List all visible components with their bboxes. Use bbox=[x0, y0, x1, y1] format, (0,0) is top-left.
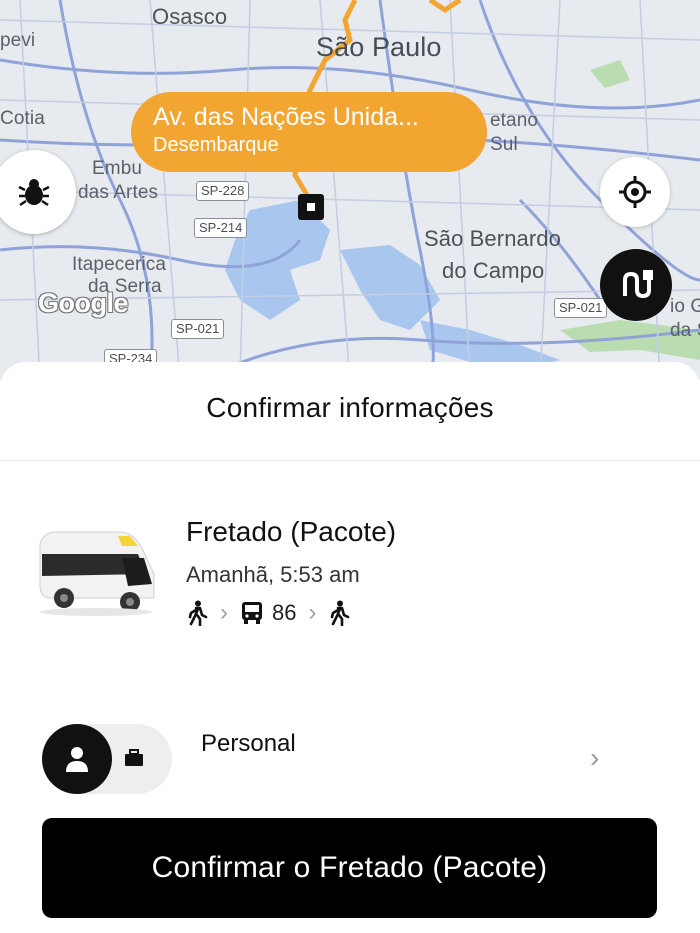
route-icon bbox=[623, 270, 653, 299]
map-label-embu: Embu bbox=[92, 158, 143, 179]
map-label-right-edge-2: da S bbox=[670, 320, 700, 341]
step-chevron-icon: › bbox=[220, 599, 228, 626]
map-label-sao-bernardo-2: do Campo bbox=[442, 258, 545, 283]
google-logo: Google bbox=[38, 288, 129, 318]
map-label-pevi: pevi bbox=[0, 30, 36, 51]
ride-option[interactable]: Fretado (Pacote) Amanhã, 5:53 am › 86 › bbox=[0, 502, 700, 642]
confirm-button[interactable]: Confirmar o Fretado (Pacote) bbox=[42, 818, 657, 918]
map-label-cotia: Cotia bbox=[0, 108, 45, 129]
destination-callout[interactable]: Av. das Nações Unida... Desembarque bbox=[131, 92, 487, 172]
chevron-right-icon[interactable]: › bbox=[590, 742, 599, 774]
profile-label[interactable]: Personal bbox=[201, 730, 296, 758]
walk-icon bbox=[188, 600, 208, 626]
bus-image bbox=[39, 531, 155, 616]
route-button[interactable] bbox=[600, 249, 672, 321]
callout-subtitle: Desembarque bbox=[153, 134, 279, 156]
walk-icon bbox=[331, 600, 350, 626]
map-label-caetano: etano bbox=[490, 110, 539, 131]
map-label-caetano-2: Sul bbox=[490, 134, 518, 155]
person-icon bbox=[66, 747, 88, 772]
map-label-sao-paulo: São Paulo bbox=[316, 32, 442, 62]
bus-number: 86 bbox=[272, 600, 297, 625]
sheet-title: Confirmar informações bbox=[206, 392, 494, 423]
map[interactable]: Osasco São Paulo pevi Cotia Embu das Art… bbox=[0, 0, 700, 380]
road-shield-sp021: SP-021 bbox=[171, 319, 225, 339]
road-shield-sp021-right: SP-021 bbox=[554, 298, 608, 318]
map-label-osasco: Osasco bbox=[152, 4, 228, 29]
confirm-sheet: Confirmar informações Fretado (Pacote) A… bbox=[0, 362, 700, 933]
callout-title: Av. das Nações Unida... bbox=[153, 103, 419, 131]
divider bbox=[0, 460, 700, 461]
ride-steps: › 86 › bbox=[186, 598, 350, 628]
map-label-right-edge: io G bbox=[670, 296, 700, 317]
bus-icon bbox=[242, 602, 262, 624]
road-shield-sp214: SP-214 bbox=[194, 218, 248, 238]
destination-pin bbox=[298, 194, 324, 220]
ride-time: Amanhã, 5:53 am bbox=[186, 562, 360, 587]
ride-name: Fretado (Pacote) bbox=[186, 516, 397, 547]
road-shield-sp228: SP-228 bbox=[196, 181, 250, 201]
briefcase-icon[interactable] bbox=[124, 748, 144, 768]
locate-icon bbox=[619, 176, 651, 208]
locate-button[interactable] bbox=[600, 157, 670, 227]
map-label-sao-bernardo: São Bernardo bbox=[424, 226, 561, 251]
bug-icon bbox=[18, 179, 50, 207]
map-label-embu-2: das Artes bbox=[78, 182, 159, 203]
personal-profile-button[interactable] bbox=[42, 724, 112, 794]
step-chevron-icon: › bbox=[308, 599, 317, 626]
map-label-itapecerica: Itapecerica bbox=[72, 254, 167, 275]
profile-toggle[interactable] bbox=[42, 724, 172, 794]
